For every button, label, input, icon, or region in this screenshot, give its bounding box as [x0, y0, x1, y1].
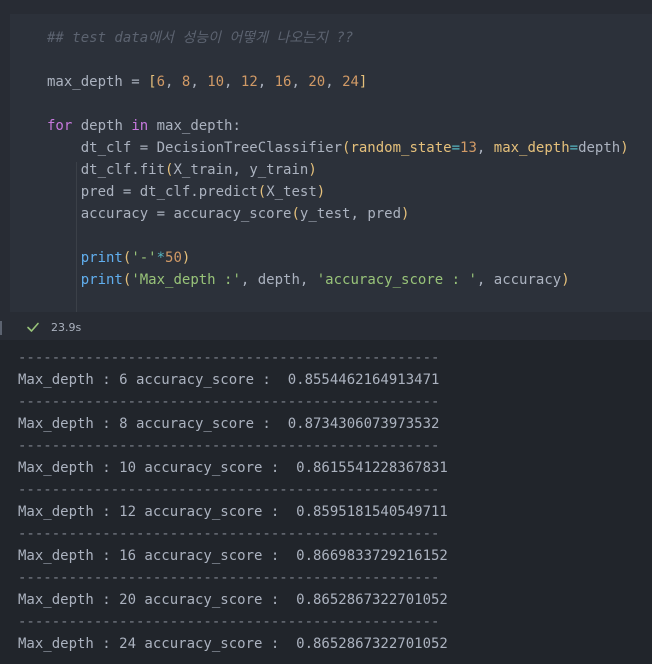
cell-status-bar: 23.9s [0, 316, 652, 340]
code-text[interactable]: ## test data에서 성능이 어떻게 나오는지 ?? max_depth … [47, 27, 629, 291]
dash-string: '-' [131, 250, 157, 266]
param-eq: = [569, 140, 579, 156]
multiply-op: * [156, 250, 166, 266]
accuracy-label-string: 'accuracy_score : ' [316, 272, 477, 288]
classifier-name: DecisionTreeClassifier [156, 140, 343, 156]
output-result-line: Max_depth : 16 accuracy_score : 0.866983… [18, 548, 448, 564]
output-separator: ----------------------------------------… [18, 394, 440, 410]
pred-assign: pred = dt_clf. [80, 184, 199, 200]
label-string: 'Max_depth :' [131, 272, 241, 288]
output-result-line: Max_depth : 6 accuracy_score : 0.8554462… [18, 372, 440, 388]
list-comma: , [190, 74, 208, 90]
paren-open: ( [291, 206, 300, 222]
cell-execution-indicator [0, 321, 2, 335]
list-close-bracket: ] [358, 74, 368, 90]
max-depth-value: depth [578, 140, 621, 156]
depth-value: 10 [207, 74, 225, 90]
output-result-line: Max_depth : 20 accuracy_score : 0.865286… [18, 592, 448, 608]
print-fn: print [80, 272, 123, 288]
acc-assign: accuracy = [80, 206, 174, 222]
paren-close: ) [401, 206, 410, 222]
execution-time: 23.9s [51, 321, 82, 334]
list-comma: , [257, 74, 275, 90]
check-icon [27, 322, 39, 332]
code-line-print1: print('-'*50) [47, 247, 629, 269]
output-result-line: Max_depth : 24 accuracy_score : 0.865286… [18, 636, 448, 652]
assign-op: = [122, 74, 149, 90]
code-line-acc: accuracy = accuracy_score(y_test, pred) [47, 203, 629, 225]
random-state-value: 13 [460, 140, 477, 156]
output-separator: ----------------------------------------… [18, 614, 440, 630]
clf-assign: dt_clf = [80, 140, 157, 156]
repeat-count: 50 [165, 250, 182, 266]
print-end-args: , accuracy [476, 272, 562, 288]
paren-close: ) [561, 272, 570, 288]
fit-method: fit [139, 162, 166, 178]
paren-open: ( [257, 184, 267, 200]
paren-close: ) [620, 140, 629, 156]
depth-value: 6 [156, 74, 166, 90]
list-open-bracket: [ [148, 74, 157, 90]
code-line-comment: ## test data에서 성능이 어떻게 나오는지 ?? [47, 27, 629, 49]
loop-iterable: max_depth: [148, 118, 241, 134]
depth-value: 16 [274, 74, 292, 90]
param-random-state: random_state [350, 140, 452, 156]
code-line-fit: dt_clf.fit(X_train, y_train) [47, 159, 629, 181]
param-eq: = [451, 140, 461, 156]
comma: , [476, 140, 494, 156]
depth-value: 24 [342, 74, 359, 90]
output-separator: ----------------------------------------… [18, 438, 440, 454]
list-comma: , [291, 74, 309, 90]
depth-value: 20 [308, 74, 326, 90]
code-comment: ## test data에서 성능이 어떻게 나오는지 ?? [47, 30, 354, 46]
list-comma: , [165, 74, 182, 90]
code-line-for: for depth in max_depth: [47, 115, 629, 137]
print-mid-args: , depth, [240, 272, 317, 288]
predict-args: X_test [266, 184, 317, 200]
accuracy-args: y_test, pred [299, 206, 402, 222]
output-separator: ----------------------------------------… [18, 570, 440, 586]
code-cell[interactable]: ## test data에서 성능이 어떻게 나오는지 ?? max_depth … [0, 0, 652, 340]
code-line-clf: dt_clf = DecisionTreeClassifier(random_s… [47, 137, 629, 159]
output-separator: ----------------------------------------… [18, 350, 440, 366]
code-line-maxdepth: max_depth = [6, 8, 10, 12, 16, 20, 24] [47, 71, 629, 93]
list-comma: , [325, 74, 343, 90]
code-line-print2: print('Max_depth :', depth, 'accuracy_sc… [47, 269, 629, 291]
cell-output[interactable]: ----------------------------------------… [0, 340, 652, 664]
output-result-line: Max_depth : 8 accuracy_score : 0.8734306… [18, 416, 440, 432]
var-max-depth: max_depth [47, 74, 123, 90]
paren-close: ) [316, 184, 326, 200]
loop-var: depth [72, 118, 132, 134]
list-comma: , [224, 74, 241, 90]
print-fn: print [80, 250, 123, 266]
depth-values-list: 6, 8, 10, 12, 16, 20, 24 [157, 74, 359, 90]
fit-args: X_train, y_train [173, 162, 309, 178]
paren-close: ) [181, 250, 191, 266]
output-separator: ----------------------------------------… [18, 526, 440, 542]
code-line-pred: pred = dt_clf.predict(X_test) [47, 181, 629, 203]
output-result-line: Max_depth : 10 accuracy_score : 0.861554… [18, 460, 448, 476]
param-max-depth: max_depth [493, 140, 570, 156]
output-result-line: Max_depth : 12 accuracy_score : 0.859518… [18, 504, 448, 520]
predict-method: predict [198, 184, 258, 200]
paren-close: ) [308, 162, 317, 178]
fit-object: dt_clf. [80, 162, 140, 178]
output-text[interactable]: ----------------------------------------… [18, 347, 448, 655]
accuracy-fn: accuracy_score [173, 206, 292, 222]
keyword-for: for [47, 118, 73, 134]
keyword-in: in [131, 118, 149, 134]
output-separator: ----------------------------------------… [18, 482, 440, 498]
depth-value: 12 [240, 74, 258, 90]
